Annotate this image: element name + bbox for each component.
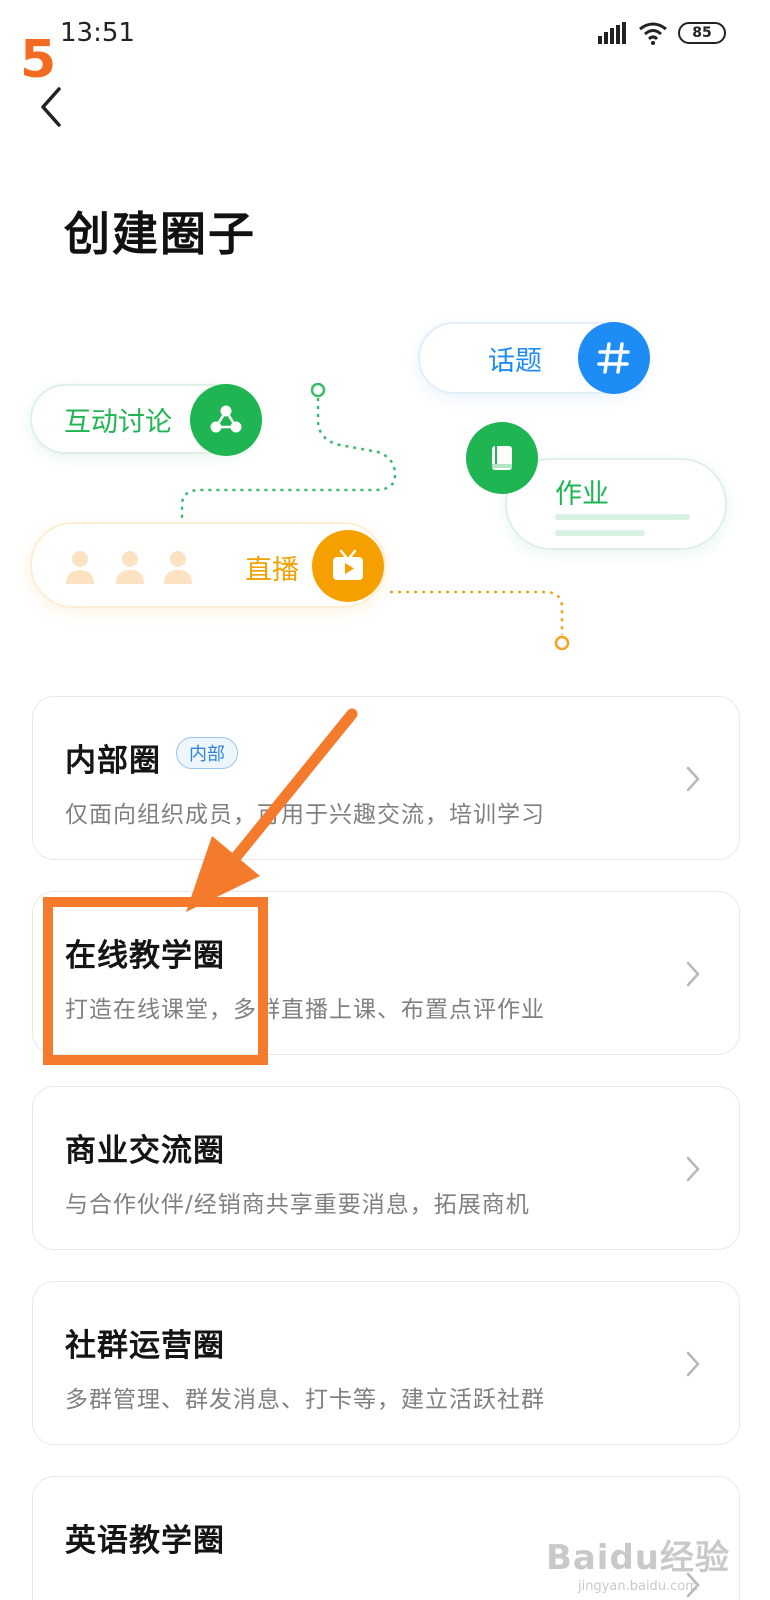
battery-level: 85 [692,25,712,41]
watermark-sub: jingyan.baidu.com [577,1579,698,1594]
card-title: 商业交流圈 [65,1133,225,1169]
wifi-icon [639,22,667,45]
internal-badge: 内部 [176,737,238,769]
status-bar: 13:51 85 [0,0,770,70]
chevron-right-icon [686,1351,700,1377]
chevron-right-icon [686,961,700,987]
chevron-right-icon [686,1156,700,1182]
card-description: 仅面向组织成员，可用于兴趣交流，培训学习 [65,802,545,828]
watermark-main: Baidu经验 [545,1538,730,1578]
circle-type-internal[interactable]: 内部圈 内部 仅面向组织成员，可用于兴趣交流，培训学习 [32,696,740,860]
discussion-label: 互动讨论 [64,406,172,438]
annotation-highlight-box [43,897,268,1065]
circle-type-community[interactable]: 社群运营圈 多群管理、群发消息、打卡等，建立活跃社群 [32,1281,740,1445]
battery-indicator: 85 [678,22,726,44]
homework-card: 作业 [505,458,727,550]
homework-label: 作业 [555,479,609,510]
hashtag-icon [578,322,650,394]
homework-line-1 [555,514,690,520]
card-title: 英语教学圈 [65,1523,225,1559]
status-time: 13:51 [60,18,135,48]
back-button[interactable] [30,82,70,132]
circle-type-business[interactable]: 商业交流圈 与合作伙伴/经销商共享重要消息，拓展商机 [32,1086,740,1250]
card-title: 社群运营圈 [65,1328,225,1364]
watermark: Baidu经验 jingyan.baidu.com [546,1530,730,1594]
audience-icon [66,551,192,584]
book-icon [466,422,538,494]
live-label: 直播 [245,555,299,586]
back-arrow-icon [41,87,61,127]
chevron-right-icon [686,766,700,792]
card-description: 与合作伙伴/经销商共享重要消息，拓展商机 [65,1192,530,1218]
card-title: 内部圈 [65,743,161,779]
step-number: 5 [20,30,57,90]
topic-label: 话题 [488,345,542,377]
signal-icon [598,22,626,44]
homework-line-2 [555,530,645,536]
hero-illustration: 话题 互动讨论 作业 直播 [0,300,770,680]
page-title: 创建圈子 [64,207,256,261]
card-description: 多群管理、群发消息、打卡等，建立活跃社群 [65,1387,545,1413]
status-icons: 85 [598,20,726,46]
tv-play-icon [312,530,384,602]
share-network-icon [190,384,262,456]
